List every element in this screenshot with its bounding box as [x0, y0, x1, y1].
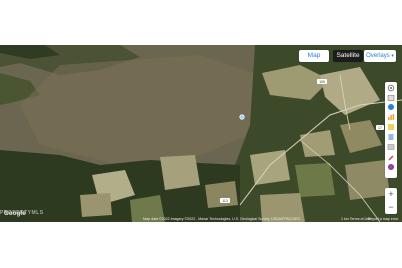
report-error-link[interactable]: Report a map error — [368, 217, 398, 221]
map-view-button[interactable]: Map — [299, 50, 329, 62]
satellite-view-button[interactable]: Satellite — [333, 50, 363, 62]
marker-icon[interactable] — [387, 163, 395, 171]
road-shield-2: 17 — [378, 126, 382, 130]
road-shield-3: 113 — [222, 199, 228, 203]
map-canvas[interactable]: 109 17 113 — [0, 45, 402, 222]
scale-bar: 1 km Terms of Use — [341, 217, 371, 221]
zoom-out-button[interactable]: − — [385, 201, 397, 214]
overlays-label: Overlays — [366, 53, 390, 59]
scale-label: 1 km — [341, 217, 349, 221]
map-type-control: Map Satellite — [299, 50, 363, 62]
overlays-dropdown[interactable]: Overlays ▾ — [364, 50, 396, 62]
map-tools-toolbar — [385, 82, 397, 178]
satellite-imagery[interactable]: 109 17 113 — [0, 45, 402, 222]
parcel-icon[interactable] — [387, 123, 395, 131]
zoom-in-button[interactable]: + — [385, 188, 397, 201]
zoom-control: + − — [385, 188, 397, 214]
school-icon[interactable] — [387, 103, 395, 111]
map-attribution: Map data ©2022 Imagery ©2022 , Maxar Tec… — [143, 217, 301, 221]
chevron-down-icon: ▾ — [391, 53, 394, 59]
filter-icon[interactable] — [387, 143, 395, 151]
property-marker-icon[interactable] — [239, 114, 245, 120]
layers-icon[interactable] — [387, 94, 395, 102]
pencil-icon[interactable] — [387, 153, 395, 161]
location-icon[interactable] — [387, 84, 395, 92]
clipboard-icon[interactable] — [387, 133, 395, 141]
google-logo: Google — [4, 211, 26, 217]
road-shield-1: 109 — [319, 80, 325, 84]
chart-icon[interactable] — [387, 113, 395, 121]
